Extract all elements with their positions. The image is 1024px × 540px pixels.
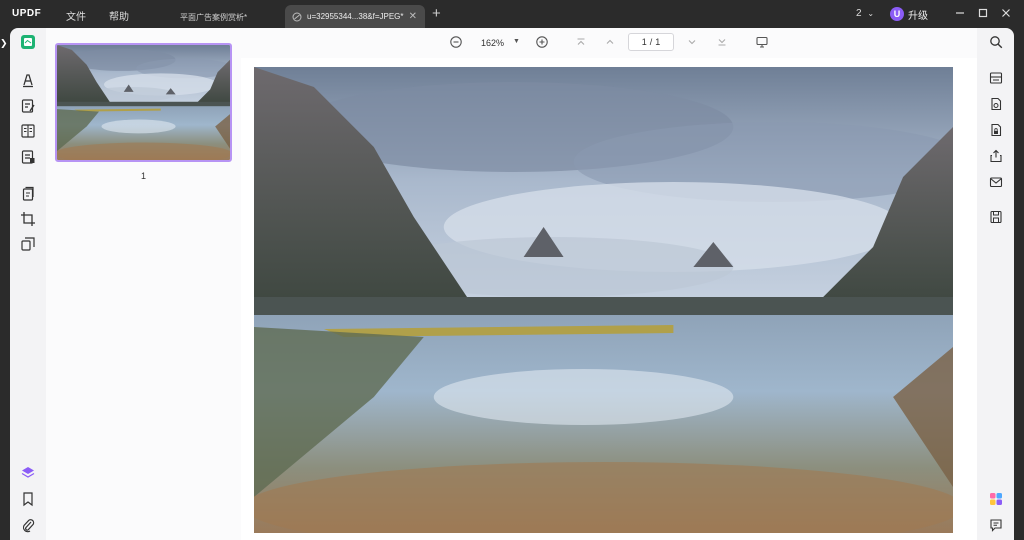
right-tool-rail [977, 28, 1014, 540]
landscape-photo [254, 67, 953, 533]
thumbnail-pane: 1 [46, 28, 241, 540]
page-separator: / [649, 37, 653, 47]
crop-icon[interactable] [20, 211, 36, 227]
attachment-icon[interactable] [20, 517, 36, 533]
zoom-dropdown-icon[interactable]: ▼ [513, 38, 520, 45]
bookmark-icon[interactable] [20, 491, 36, 507]
compare-icon[interactable] [20, 236, 36, 252]
next-page-icon[interactable] [685, 35, 699, 49]
zoom-out-icon[interactable] [449, 35, 463, 49]
updf-ai-icon[interactable] [989, 492, 1003, 506]
organize-pages-icon[interactable] [20, 186, 36, 202]
tab-document-2[interactable]: u=32955344...38&f=JPEG* ✕ [285, 5, 425, 28]
minimize-icon[interactable] [953, 6, 967, 20]
app-logo: UPDF [12, 8, 41, 19]
tab-label: u=32955344...38&f=JPEG* [307, 12, 404, 21]
convert-icon[interactable] [989, 97, 1003, 111]
upgrade-label: 升级 [908, 10, 928, 22]
last-page-icon[interactable] [715, 35, 729, 49]
page-number-input[interactable]: 1 / 1 [628, 33, 674, 51]
protect-icon[interactable] [989, 123, 1003, 137]
maximize-icon[interactable] [976, 6, 990, 20]
page-thumbnail[interactable] [55, 43, 232, 162]
chevron-down-icon: ⌄ [867, 9, 875, 18]
window-count-dropdown[interactable]: 2 ⌄ [856, 8, 874, 19]
page-layout-icon[interactable] [20, 123, 36, 139]
total-pages: 1 [655, 37, 661, 47]
previous-page-icon[interactable] [603, 35, 617, 49]
avatar: U [890, 7, 904, 21]
read-mode-icon[interactable] [20, 34, 36, 50]
window-edge [1014, 28, 1024, 540]
image-file-icon [292, 12, 302, 22]
layers-icon[interactable] [20, 465, 36, 481]
first-page-icon[interactable] [574, 35, 588, 49]
share-icon[interactable] [989, 149, 1003, 163]
form-icon[interactable] [20, 149, 36, 165]
presentation-icon[interactable] [755, 35, 769, 49]
thumbnail-image [57, 45, 230, 160]
close-window-icon[interactable] [999, 6, 1013, 20]
expand-sidebar-icon[interactable]: ❯ [0, 38, 10, 50]
comments-panel-icon[interactable] [989, 518, 1003, 532]
view-toolbar: 162% ▼ 1 / 1 [241, 28, 977, 58]
zoom-in-icon[interactable] [535, 35, 549, 49]
edit-pdf-icon[interactable] [20, 98, 36, 114]
app-logo-text: UPDF [12, 8, 42, 19]
tab-label: 平面广告案例赏析* [180, 13, 248, 22]
close-icon[interactable]: ✕ [409, 11, 417, 22]
window-count: 2 [856, 8, 862, 19]
email-icon[interactable] [989, 175, 1003, 189]
menu-file[interactable]: 文件 [66, 8, 86, 23]
tab-document-1[interactable]: 平面广告案例赏析* [170, 5, 280, 28]
menu-help[interactable]: 帮助 [109, 8, 129, 23]
title-bar: UPDF 文件 帮助 平面广告案例赏析* u=32955344...38&f=J… [0, 0, 1024, 28]
upgrade-button[interactable]: U 升级 [890, 5, 928, 23]
zoom-level[interactable]: 162% [481, 38, 504, 48]
document-image [254, 67, 953, 533]
thumbnail-page-number: 1 [140, 171, 146, 181]
comment-icon[interactable] [20, 72, 36, 88]
ocr-icon[interactable] [989, 71, 1003, 85]
page-canvas [241, 58, 977, 540]
search-icon[interactable] [989, 35, 1003, 49]
new-tab-button[interactable]: + [432, 5, 441, 22]
left-tool-rail [10, 28, 46, 540]
current-page: 1 [641, 37, 647, 47]
document-viewer: 162% ▼ 1 / 1 [241, 28, 977, 540]
save-icon[interactable] [989, 210, 1003, 224]
